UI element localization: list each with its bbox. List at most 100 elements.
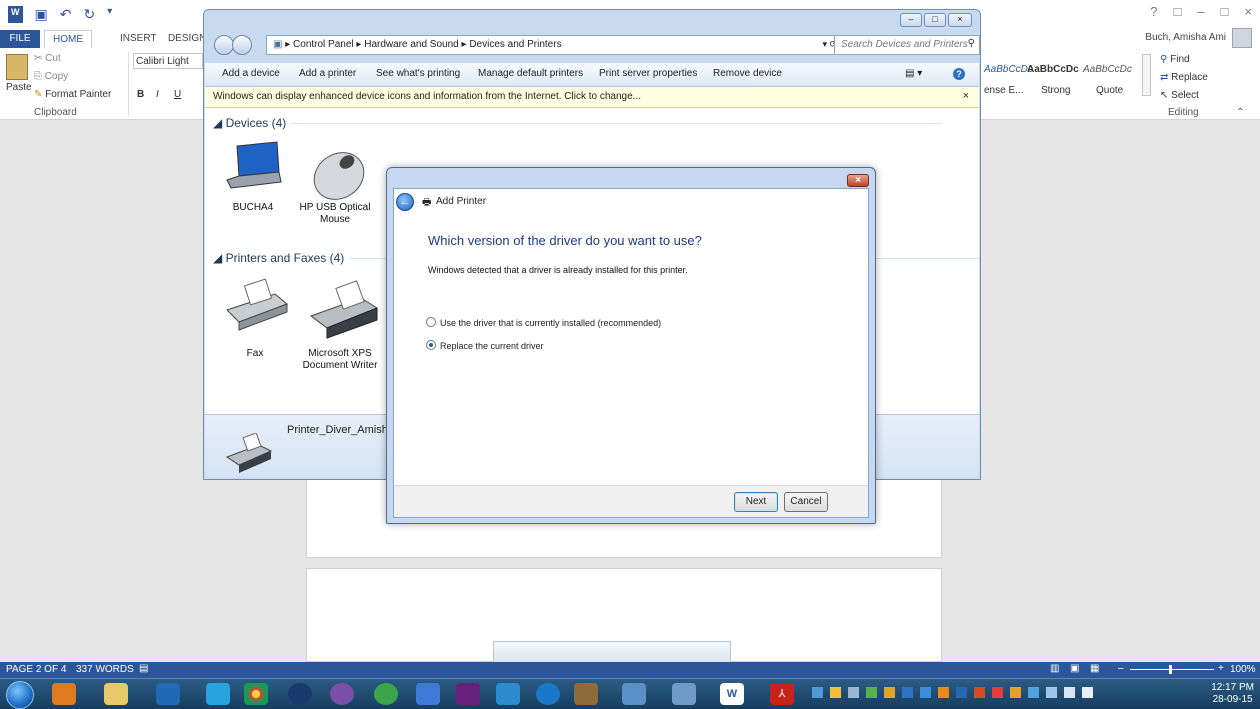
radio-replace-driver[interactable]: Replace the current driver bbox=[426, 340, 544, 351]
undo-icon[interactable]: ↶ bbox=[60, 6, 72, 23]
close-button[interactable]: × bbox=[948, 13, 972, 27]
breadcrumb-devices-printers[interactable]: Devices and Printers bbox=[469, 39, 561, 50]
cancel-button[interactable]: Cancel bbox=[784, 492, 828, 512]
print-layout-icon[interactable]: ▣ bbox=[1070, 663, 1079, 674]
user-name[interactable]: Buch, Amisha Ami bbox=[1145, 32, 1226, 43]
page-count[interactable]: PAGE 2 OF 4 bbox=[6, 664, 66, 675]
tray-icon[interactable] bbox=[974, 687, 985, 698]
replace-button[interactable]: ⇄ Replace bbox=[1160, 72, 1208, 83]
control-panel-icon[interactable] bbox=[622, 683, 646, 705]
find-button[interactable]: ⚲ Find bbox=[1160, 54, 1190, 65]
style-gallery-item-strong[interactable]: AaBbCcDc bbox=[1027, 64, 1079, 75]
style-gallery-item-quote[interactable]: AaBbCcDc bbox=[1083, 64, 1132, 75]
zoom-slider-thumb[interactable] bbox=[1169, 665, 1172, 674]
tray-icon[interactable] bbox=[902, 687, 913, 698]
breadcrumb-hardware-sound[interactable]: Hardware and Sound bbox=[364, 39, 459, 50]
app-icon[interactable] bbox=[374, 683, 398, 705]
manage-default-printers-button[interactable]: Manage default printers bbox=[478, 68, 583, 79]
network-icon[interactable] bbox=[416, 683, 440, 705]
see-whats-printing-button[interactable]: See what's printing bbox=[376, 68, 460, 79]
skype-icon[interactable] bbox=[206, 683, 230, 705]
add-printer-button[interactable]: Add a printer bbox=[299, 68, 356, 79]
battery-icon[interactable] bbox=[1082, 687, 1093, 698]
search-icon[interactable]: ⚲ bbox=[968, 38, 975, 49]
signal-icon[interactable] bbox=[1046, 687, 1057, 698]
styles-gallery-scroll[interactable] bbox=[1142, 54, 1151, 96]
document-page[interactable] bbox=[306, 568, 942, 663]
zoom-in-icon[interactable]: + bbox=[1218, 663, 1224, 674]
customize-qat-icon[interactable]: ▾ bbox=[107, 6, 112, 23]
help-icon[interactable]: ? bbox=[953, 68, 965, 80]
tray-icon[interactable] bbox=[1028, 687, 1039, 698]
back-button[interactable] bbox=[214, 35, 234, 55]
print-server-properties-button[interactable]: Print server properties bbox=[599, 68, 697, 79]
word-count[interactable]: 337 WORDS bbox=[76, 664, 134, 675]
file-explorer-icon[interactable] bbox=[104, 683, 128, 705]
tray-icon[interactable] bbox=[956, 687, 967, 698]
avatar[interactable] bbox=[1232, 28, 1252, 48]
italic-button[interactable]: I bbox=[156, 89, 159, 100]
ribbon-display-button[interactable]: □ bbox=[1173, 4, 1181, 19]
read-mode-icon[interactable]: ▥ bbox=[1050, 663, 1059, 674]
tab-home[interactable]: HOME bbox=[44, 30, 92, 48]
start-button[interactable] bbox=[6, 681, 34, 709]
tray-icon[interactable] bbox=[1010, 687, 1021, 698]
info-bar[interactable]: Windows can display enhanced device icon… bbox=[205, 87, 979, 108]
tray-icon[interactable] bbox=[938, 687, 949, 698]
view-options-icon[interactable]: ▤ ▾ bbox=[905, 68, 922, 79]
mouse-device[interactable] bbox=[305, 140, 367, 202]
tray-icon[interactable] bbox=[920, 687, 931, 698]
fax-device[interactable] bbox=[221, 276, 291, 336]
tab-insert[interactable]: INSERT bbox=[112, 30, 165, 48]
app-icon[interactable] bbox=[574, 683, 598, 705]
zoom-out-icon[interactable]: – bbox=[1118, 663, 1124, 674]
redo-icon[interactable]: ↻ bbox=[83, 6, 95, 23]
maximize-button[interactable]: □ bbox=[1221, 4, 1229, 19]
paste-button[interactable]: Paste bbox=[6, 82, 32, 93]
proofing-icon[interactable]: ▤ bbox=[139, 663, 148, 674]
web-layout-icon[interactable]: ▦ bbox=[1090, 663, 1099, 674]
tab-file[interactable]: FILE bbox=[0, 30, 40, 48]
clock[interactable]: 12:17 PM 28-09-15 bbox=[1211, 682, 1254, 706]
tray-icon[interactable] bbox=[866, 687, 877, 698]
help-button[interactable]: ? bbox=[1150, 4, 1157, 19]
tray-icon[interactable] bbox=[812, 687, 823, 698]
tray-icon[interactable] bbox=[830, 687, 841, 698]
search-input[interactable]: Search Devices and Printers ⚲ bbox=[834, 35, 980, 55]
tray-icon[interactable] bbox=[992, 687, 1003, 698]
visual-studio-icon[interactable] bbox=[456, 683, 480, 705]
back-arrow-icon[interactable]: ← bbox=[396, 193, 414, 211]
paste-icon[interactable] bbox=[6, 54, 28, 80]
app-icon[interactable] bbox=[288, 683, 312, 705]
outlook-mail-icon[interactable] bbox=[156, 683, 180, 705]
radio-use-current-driver[interactable]: Use the driver that is currently install… bbox=[426, 317, 661, 328]
volume-icon[interactable] bbox=[1064, 687, 1075, 698]
select-button[interactable]: ↖ Select bbox=[1160, 90, 1199, 101]
minimize-button[interactable]: – bbox=[1197, 4, 1204, 19]
app-icon[interactable] bbox=[496, 683, 520, 705]
next-button[interactable]: Next bbox=[734, 492, 778, 512]
xps-printer-device[interactable] bbox=[305, 280, 381, 343]
internet-explorer-icon[interactable] bbox=[536, 683, 560, 705]
forward-button[interactable] bbox=[232, 35, 252, 55]
cut-button[interactable]: ✂ Cut bbox=[34, 53, 61, 64]
chrome-icon[interactable] bbox=[244, 683, 268, 705]
add-device-button[interactable]: Add a device bbox=[222, 68, 280, 79]
zoom-slider[interactable] bbox=[1130, 669, 1214, 670]
tray-icon[interactable] bbox=[848, 687, 859, 698]
remove-device-button[interactable]: Remove device bbox=[713, 68, 782, 79]
devices-printers-icon[interactable] bbox=[672, 683, 696, 705]
address-bar[interactable]: ▣ ▸ Control Panel ▸ Hardware and Sound ▸… bbox=[266, 35, 842, 55]
copy-button[interactable]: ⎘ Copy bbox=[34, 71, 68, 82]
word-icon[interactable]: W bbox=[720, 683, 744, 705]
dialog-close-button[interactable]: × bbox=[847, 174, 869, 187]
acrobat-icon[interactable]: ⅄ bbox=[770, 683, 794, 705]
devices-group-header[interactable]: ◢ Devices (4) bbox=[213, 116, 943, 130]
tray-icon[interactable] bbox=[884, 687, 895, 698]
close-button[interactable]: × bbox=[1244, 4, 1252, 19]
font-name-select[interactable]: Calibri Light bbox=[133, 53, 203, 69]
outlook-icon[interactable] bbox=[52, 683, 76, 705]
bold-button[interactable]: B bbox=[137, 89, 144, 100]
format-painter-button[interactable]: ✎ Format Painter bbox=[34, 89, 111, 100]
save-icon[interactable]: ▣ bbox=[35, 6, 48, 23]
